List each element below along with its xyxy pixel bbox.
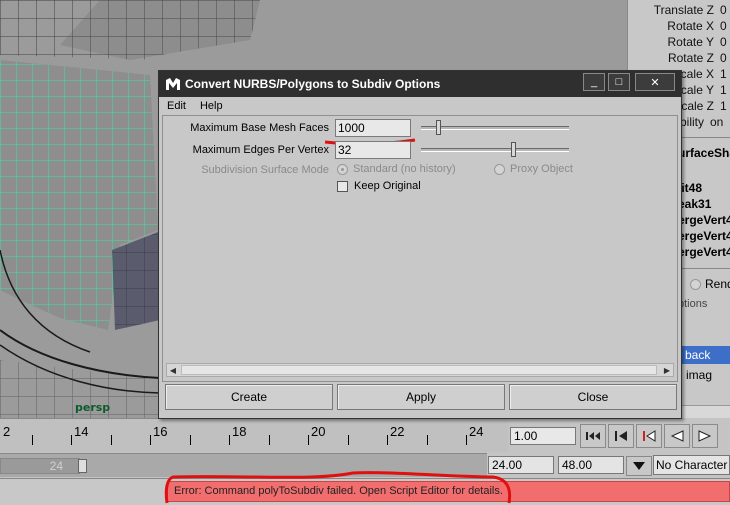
create-button[interactable]: Create [165,384,333,410]
time-slider[interactable]: 2 14 16 18 20 22 24 [0,418,508,452]
channel-rotate-z[interactable]: Rotate Z 0 [668,51,728,67]
tick-mark [111,435,112,445]
range-menu-button[interactable] [626,456,652,476]
render-layer-radio[interactable]: Rend [690,277,730,291]
current-frame-field[interactable]: 1.00 [510,427,576,445]
menu-help[interactable]: Help [200,97,223,115]
layer-options-menu[interactable]: ptions [678,298,707,310]
tick-label: 14 [74,424,89,439]
history-item[interactable]: ergeVert4 [678,245,730,259]
dialog-horizontal-scrollbar[interactable]: ◀ ▶ [166,363,674,377]
tick-mark [71,435,72,445]
dialog-button-row: Create Apply Close [165,384,677,410]
dialog-titlebar[interactable]: Convert NURBS/Polygons to Subdiv Options… [159,71,681,97]
channel-rotate-x[interactable]: Rotate X 0 [667,19,728,35]
dialog-title: Convert NURBS/Polygons to Subdiv Options [185,77,441,91]
tick-mark [190,435,191,445]
menu-edit[interactable]: Edit [167,97,186,115]
window-close-button[interactable]: ✕ [635,73,675,91]
tick-mark [32,435,33,445]
channel-rotate-y[interactable]: Rotate Y 0 [668,35,728,51]
go-to-start-button[interactable] [580,424,606,448]
slider-thumb[interactable] [436,120,441,135]
max-base-mesh-faces-label: Maximum Base Mesh Faces [190,122,329,134]
tick-mark [229,435,230,445]
scrollbar-thumb[interactable] [181,365,657,375]
skip-start-icon [586,432,600,440]
radio-standard-no-history[interactable]: Standard (no history) [337,163,456,175]
tick-label: 16 [153,424,168,439]
keep-original-checkbox[interactable]: Keep Original [337,180,421,192]
dialog-options-panel: Maximum Base Mesh Faces 1000 Maximum Edg… [162,115,678,382]
tick-mark [308,435,309,445]
convert-subdiv-options-dialog: Convert NURBS/Polygons to Subdiv Options… [158,70,682,419]
layer-item-back[interactable]: back [681,346,730,364]
step-back-key-button[interactable] [608,424,634,448]
camera-label: persp [75,401,111,414]
layer-item-imag[interactable]: imag [686,368,712,382]
layer-editor: Rend ptions back imag [678,268,730,418]
end-time-field[interactable]: 24.00 [488,456,554,474]
checkbox-icon [337,180,348,192]
max-base-mesh-faces-slider[interactable] [421,120,569,135]
triangle-down-icon [633,462,645,470]
play-backwards-icon [670,430,684,442]
history-item[interactable]: ergeVert4 [678,213,730,227]
radio-icon [337,163,348,175]
tick-mark [387,435,388,445]
tick-mark [269,435,270,445]
step-back-frame-icon [643,430,656,442]
tick-label: 20 [311,424,326,439]
maya-logo-icon [164,76,182,92]
channel-scale-x[interactable]: cale X 1 [681,67,728,83]
apply-button[interactable]: Apply [337,384,505,410]
tick-mark [348,435,349,445]
shape-node[interactable]: urfaceSha [678,146,730,166]
history-item[interactable]: ergeVert4 [678,229,730,243]
minimize-button[interactable]: _ [583,73,605,91]
surface-mode-label: Subdivision Surface Mode [201,164,329,176]
playback-controls [580,424,730,450]
history-item[interactable]: eak31 [678,197,711,211]
tick-mark [427,435,428,445]
step-back-key-icon [615,431,627,441]
tick-label: 18 [232,424,247,439]
layer-scrollbar[interactable] [678,405,730,418]
range-slider-handle[interactable] [78,459,87,473]
playback-end-field[interactable]: 48.00 [558,456,624,474]
play-backwards-button[interactable] [664,424,690,448]
radio-icon [494,163,505,175]
max-base-mesh-faces-field[interactable]: 1000 [335,119,411,137]
range-slider-value: 24 [0,458,80,474]
max-edges-per-vertex-slider[interactable] [421,142,569,157]
range-slider[interactable]: 24 [0,453,487,477]
character-set-menu[interactable]: No Character Se [653,455,730,475]
tick-mark [466,435,467,445]
dialog-menubar: Edit Help [159,97,681,115]
max-edges-per-vertex-field[interactable]: 32 [335,141,411,159]
channel-scale-z[interactable]: cale Z 1 [681,99,728,115]
tick-label: 22 [390,424,405,439]
scroll-right-icon[interactable]: ▶ [661,364,673,376]
channel-scale-y[interactable]: cale Y 1 [681,83,728,99]
play-forwards-button[interactable] [692,424,718,448]
scroll-left-icon[interactable]: ◀ [167,364,179,376]
radio-icon [690,278,701,290]
command-feedback-error: Error: Command polyToSubdiv failed. Open… [167,481,730,502]
close-button[interactable]: Close [509,384,677,410]
slider-thumb[interactable] [511,142,516,157]
tick-label: 24 [469,424,484,439]
play-forwards-icon [698,430,712,442]
maximize-button[interactable]: □ [608,73,630,91]
tick-mark [150,435,151,445]
radio-proxy-object[interactable]: Proxy Object [494,163,573,175]
tick-label: 2 [3,424,11,439]
channel-translate-z[interactable]: Translate Z 0 [654,3,728,19]
step-back-frame-button[interactable] [636,424,662,448]
max-edges-per-vertex-label: Maximum Edges Per Vertex [192,144,329,156]
